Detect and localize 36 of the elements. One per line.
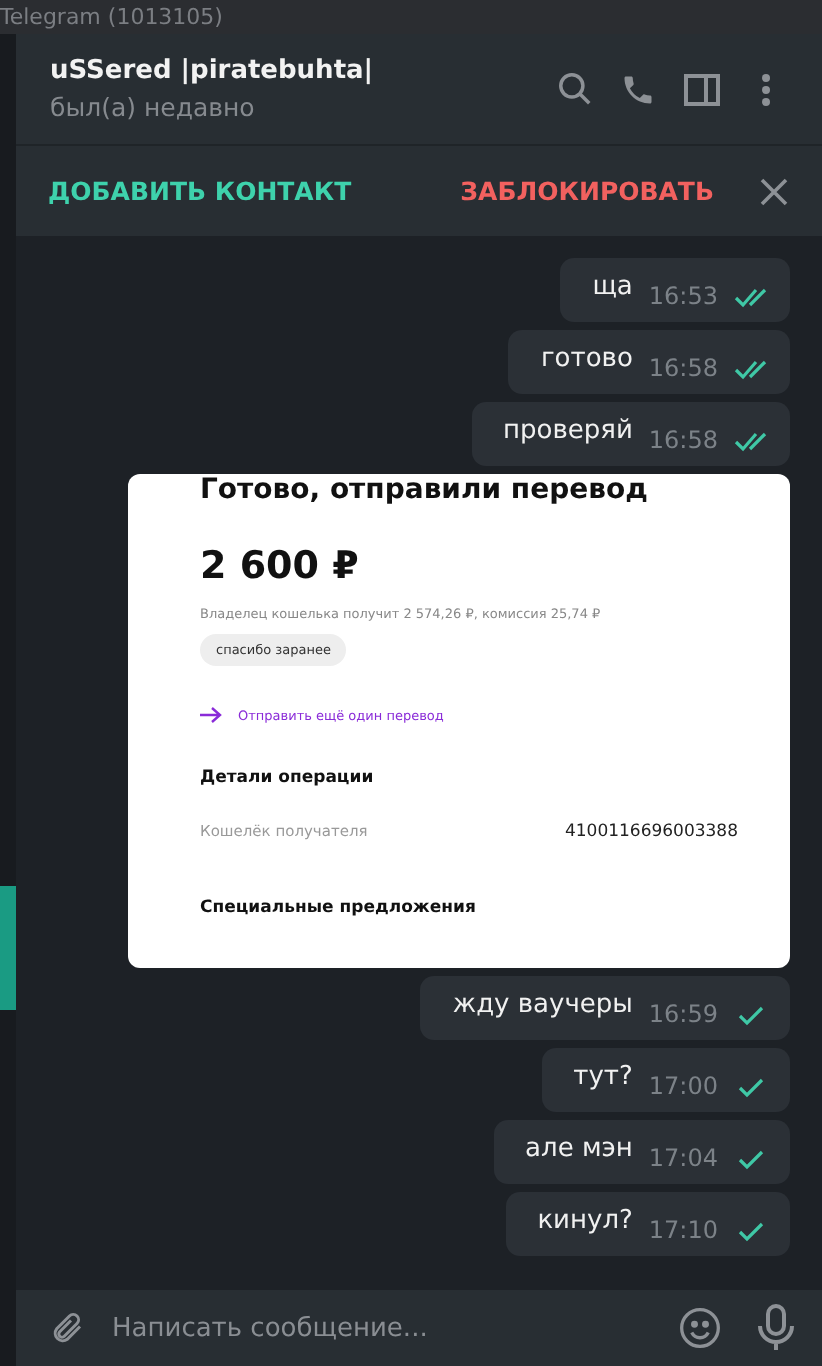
message-text: але мэн [525,1133,633,1163]
panel-icon [684,73,720,105]
section-title: Детали операции [200,768,376,788]
message-time: 16:58 [648,426,718,454]
phone-icon [620,71,656,107]
message-time: 16:53 [648,282,718,310]
message-text: готово [540,343,633,373]
selected-chat-marker [0,886,16,1010]
smiley-icon [678,1306,722,1350]
receipt-amount: 2 600 ₽ [200,544,361,588]
message-text: кинул? [537,1205,633,1235]
chat-status: был(а) недавно [50,92,257,122]
message-text: жду ваучеры [452,989,633,1019]
chat-name: uSSered |piratebuhta| [50,56,376,86]
detail-value: 4100116696003388 [564,822,738,842]
message-text: проверяй [503,415,633,445]
menu-icon [762,73,770,105]
arrow-icon [200,706,222,724]
message-text: тут? [573,1061,633,1091]
receipt-title: Готово, отправили перевод [200,474,650,506]
message-input[interactable]: Написать сообщение... [112,1298,650,1358]
add-contact-button[interactable]: ДОБАВИТЬ КОНТАКТ [48,176,352,206]
message-time: 17:04 [648,1144,718,1172]
window-title: Telegram (1013105) [0,4,223,30]
message-time: 16:59 [648,1000,718,1028]
message-time: 16:58 [648,354,718,382]
message-text: ща [592,271,633,301]
message-time: 17:10 [648,1216,718,1244]
search-icon [555,70,593,108]
block-button[interactable]: ЗАБЛОКИРОВАТЬ [460,176,714,206]
message-composer[interactable]: Написать сообщение... [16,1290,822,1366]
message-time: 17:00 [648,1072,718,1100]
paperclip-icon [50,1308,86,1348]
close-icon [760,177,788,205]
microphone-icon [758,1304,794,1352]
section-title: Специальные предложения [200,898,478,918]
